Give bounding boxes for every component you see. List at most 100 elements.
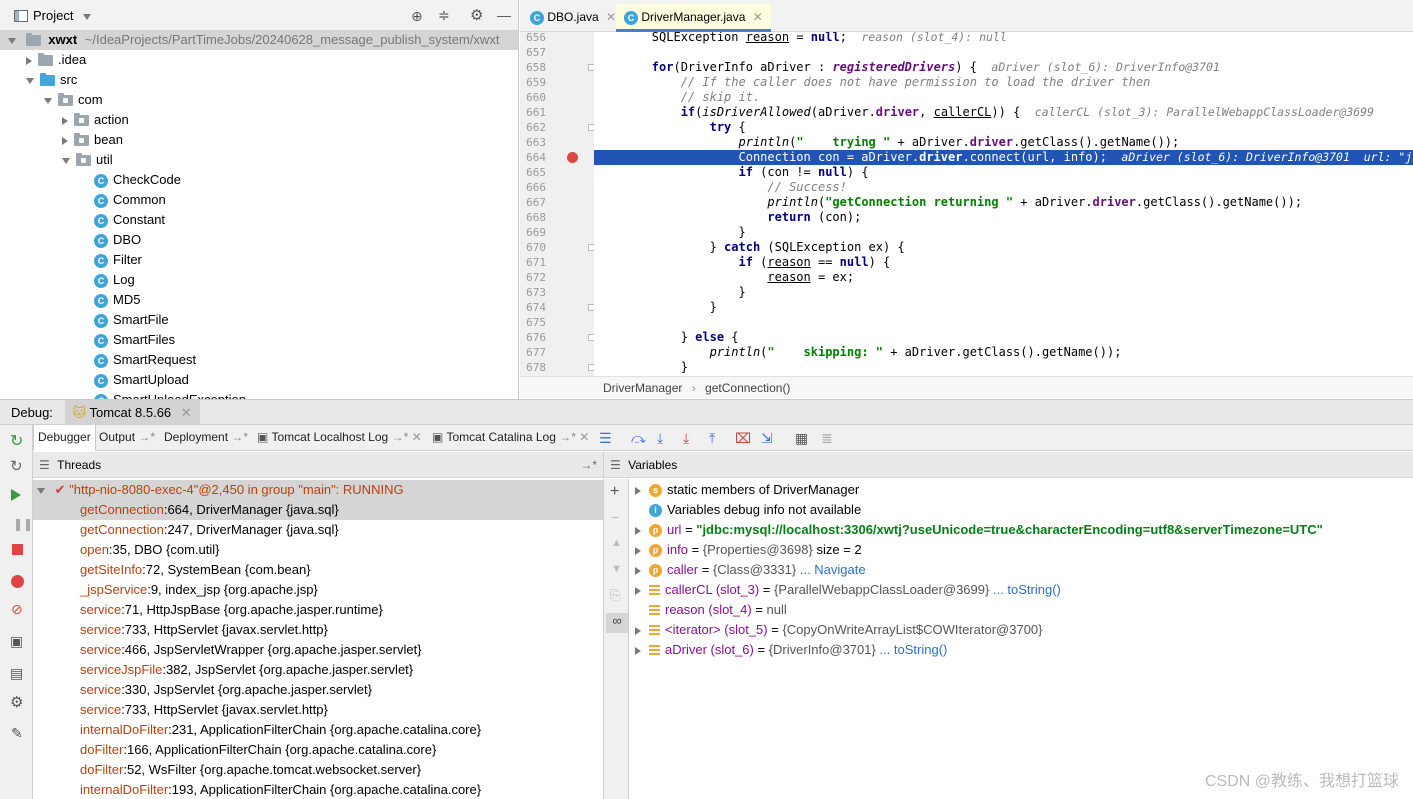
chevron-down-icon[interactable]: [62, 157, 70, 164]
variable-row[interactable]: i Variables debug info not available: [629, 500, 1413, 520]
chevron-right-icon[interactable]: [62, 116, 68, 125]
hide-icon[interactable]: —: [497, 7, 511, 23]
pin-icon[interactable]: ✎: [11, 725, 23, 742]
tree-item[interactable]: src: [0, 70, 518, 90]
tab-dbo-java[interactable]: C DBO.java ✕: [522, 4, 624, 32]
stop-icon[interactable]: [12, 544, 23, 555]
tree-item[interactable]: C SmartUpload: [0, 370, 518, 390]
chevron-right-icon[interactable]: [635, 486, 641, 495]
collapse-all-icon[interactable]: ≑: [438, 7, 450, 24]
step-into-icon[interactable]: ⤓: [657, 430, 673, 446]
frame-row[interactable]: open:35, DBO {com.util}: [33, 540, 603, 560]
chevron-down-icon[interactable]: [44, 97, 52, 104]
move-down-icon[interactable]: ▼: [611, 563, 622, 575]
layout-icon[interactable]: ▤: [10, 665, 23, 682]
frame-row[interactable]: internalDoFilter:231, ApplicationFilterC…: [33, 720, 603, 740]
tree-item[interactable]: C Common: [0, 190, 518, 210]
chevron-right-icon[interactable]: [635, 586, 641, 595]
tree-item[interactable]: C SmartFiles: [0, 330, 518, 350]
chevron-right-icon[interactable]: [62, 136, 68, 145]
breadcrumb-method[interactable]: getConnection(): [705, 381, 790, 395]
variable-link[interactable]: ... toString(): [993, 582, 1061, 597]
glasses-icon[interactable]: ∞: [606, 613, 628, 633]
drop-frame-icon[interactable]: ⌧: [735, 430, 751, 446]
tree-item[interactable]: action: [0, 110, 518, 130]
variable-row[interactable]: s static members of DriverManager: [629, 480, 1413, 500]
variable-row[interactable]: p info = {Properties@3698} size = 2: [629, 540, 1413, 560]
tab-output[interactable]: Output →*: [95, 425, 159, 451]
tree-item[interactable]: C SmartRequest: [0, 350, 518, 370]
pause-icon[interactable]: ❚❚: [13, 517, 33, 531]
remove-watch-icon[interactable]: −: [611, 509, 619, 525]
copy-icon[interactable]: ⎘: [610, 587, 620, 603]
view-breakpoints-icon[interactable]: [11, 575, 24, 588]
chevron-right-icon[interactable]: [635, 566, 641, 575]
close-icon[interactable]: ✕: [579, 430, 589, 444]
variable-row[interactable]: <iterator> (slot_5) = {CopyOnWriteArrayL…: [629, 620, 1413, 640]
show-execution-point-icon[interactable]: ☰: [599, 430, 615, 446]
code-editor[interactable]: SQLException reason = null; reason (slot…: [594, 32, 1413, 376]
frame-row[interactable]: service:733, HttpServlet {javax.servlet.…: [33, 620, 603, 640]
frame-row[interactable]: doFilter:166, ApplicationFilterChain {or…: [33, 740, 603, 760]
chevron-right-icon[interactable]: [635, 526, 641, 535]
pin-icon[interactable]: →*: [580, 452, 597, 478]
add-watch-icon[interactable]: +: [610, 483, 619, 501]
tree-item[interactable]: CSmartUploadException: [0, 390, 518, 399]
step-out-icon[interactable]: ⤒: [709, 430, 725, 446]
tree-item[interactable]: C CheckCode: [0, 170, 518, 190]
evaluate-expression-icon[interactable]: ▦: [795, 430, 811, 446]
variable-row[interactable]: callerCL (slot_3) = {ParallelWebappClass…: [629, 580, 1413, 600]
tree-item[interactable]: bean: [0, 130, 518, 150]
tree-item[interactable]: C SmartFile: [0, 310, 518, 330]
variable-link[interactable]: ... toString(): [879, 642, 947, 657]
frame-row[interactable]: _jspService:9, index_jsp {org.apache.jsp…: [33, 580, 603, 600]
frame-row[interactable]: serviceJspFile:382, JspServlet {org.apac…: [33, 660, 603, 680]
frame-row[interactable]: internalDoFilter:193, ApplicationFilterC…: [33, 780, 603, 799]
frame-row[interactable]: service:466, JspServletWrapper {org.apac…: [33, 640, 603, 660]
force-step-into-icon[interactable]: ⤓: [683, 430, 699, 446]
mute-breakpoints-icon[interactable]: ⊘: [11, 601, 23, 618]
step-over-icon[interactable]: ⤼: [631, 430, 647, 446]
variable-link[interactable]: ... Navigate: [800, 562, 866, 577]
tab-tomcat-catalina-log[interactable]: ▣ Tomcat Catalina Log →* ✕: [428, 425, 593, 451]
frame-row[interactable]: doFilter:52, WsFilter {org.apache.tomcat…: [33, 760, 603, 780]
variable-row[interactable]: p caller = {Class@3331} ... Navigate: [629, 560, 1413, 580]
tree-item[interactable]: C Filter: [0, 250, 518, 270]
tree-item[interactable]: C Log: [0, 270, 518, 290]
close-icon[interactable]: ✕: [753, 10, 763, 24]
frame-row[interactable]: getConnection:247, DriverManager {java.s…: [33, 520, 603, 540]
chevron-right-icon[interactable]: [635, 626, 641, 635]
locate-icon[interactable]: ⊕: [411, 8, 423, 25]
frame-row[interactable]: getSiteInfo:72, SystemBean {com.bean}: [33, 560, 603, 580]
thread-row[interactable]: ✔ "http-nio-8080-exec-4"@2,450 in group …: [33, 480, 603, 500]
chevron-down-icon[interactable]: [37, 487, 45, 494]
frame-row[interactable]: service:330, JspServlet {org.apache.jasp…: [33, 680, 603, 700]
variable-row[interactable]: aDriver (slot_6) = {DriverInfo@3701} ...…: [629, 640, 1413, 660]
frame-row[interactable]: service:733, HttpServlet {javax.servlet.…: [33, 700, 603, 720]
chevron-right-icon[interactable]: [635, 546, 641, 555]
breakpoint-icon[interactable]: [567, 152, 578, 163]
frame-row[interactable]: service:71, HttpJspBase {org.apache.jasp…: [33, 600, 603, 620]
camera-icon[interactable]: ▣: [10, 633, 23, 650]
frame-row[interactable]: getConnection:664, DriverManager {java.s…: [33, 500, 603, 520]
chevron-down-icon[interactable]: [83, 14, 91, 20]
move-up-icon[interactable]: ▲: [611, 537, 622, 549]
close-icon[interactable]: ✕: [606, 10, 616, 24]
run-to-cursor-icon[interactable]: ⇲: [761, 430, 777, 446]
tab-deployment[interactable]: Deployment →*: [160, 425, 252, 451]
chevron-right-icon[interactable]: [635, 646, 641, 655]
resume-icon[interactable]: [11, 489, 21, 501]
chevron-down-icon[interactable]: [26, 77, 34, 84]
rerun-icon[interactable]: ↻: [10, 431, 23, 451]
tree-item[interactable]: C MD5: [0, 290, 518, 310]
tree-item[interactable]: C DBO: [0, 230, 518, 250]
chevron-down-icon[interactable]: [8, 37, 16, 44]
refresh-icon[interactable]: ↻: [10, 457, 23, 475]
variable-row[interactable]: reason (slot_4) = null: [629, 600, 1413, 620]
editor-gutter[interactable]: 656 657 658 659 660 661 662 663 664 665 666 667 668 6…: [520, 32, 594, 376]
chevron-right-icon[interactable]: [26, 56, 32, 65]
breadcrumb-class[interactable]: DriverManager: [603, 381, 682, 395]
trace-icon[interactable]: ≣: [821, 430, 837, 446]
tab-drivermanager-java[interactable]: C DriverManager.java ✕: [616, 4, 771, 32]
variable-row[interactable]: p url = "jdbc:mysql://localhost:3306/xwtj…: [629, 520, 1413, 540]
